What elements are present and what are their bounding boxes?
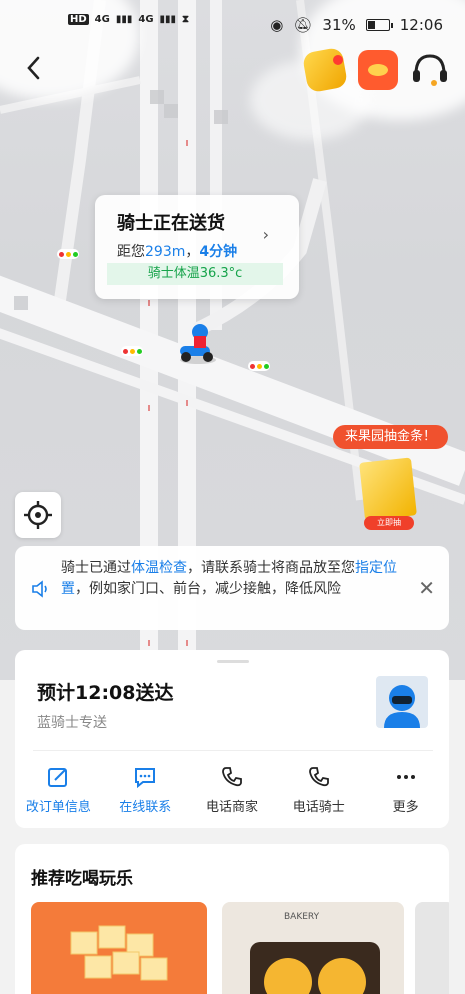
signal-bars-icon: ▮▮▮ [115, 14, 133, 25]
temperature-check-link[interactable]: 体温检查 [131, 560, 187, 576]
rider-avatar[interactable] [376, 676, 428, 728]
battery-percent: 31% [322, 16, 356, 34]
recommendation-card[interactable] [415, 902, 449, 994]
action-label: 更多 [392, 800, 419, 815]
safety-notice: 骑士已通过体温检查，请联系骑士将商品放至您指定位置，例如家门口、前台，减少接触，… [15, 546, 449, 630]
traffic-light-icon [121, 346, 143, 356]
notice-part: ，请联系骑士将商品放至您 [187, 560, 355, 576]
edit-icon [48, 768, 68, 787]
hourglass-icon: ⧗ [182, 14, 190, 25]
phone-icon [308, 767, 329, 787]
traffic-light-icon [57, 249, 79, 259]
delivery-panel: 预计12:08送达 蓝骑士专送 改订单信息 在线联系 电话商家 电话骑士 更多 [15, 650, 449, 828]
call-rider-button[interactable]: 电话骑士 [275, 762, 362, 815]
speaker-icon [32, 580, 47, 598]
call-merchant-button[interactable]: 电话商家 [189, 762, 276, 815]
locate-button[interactable] [15, 492, 61, 538]
divider [33, 750, 433, 751]
clock: 12:06 [399, 16, 443, 34]
section-title: 推荐吃喝玩乐 [31, 869, 133, 889]
eye-icon: ◉ [270, 16, 284, 34]
promo-draw-button[interactable]: 立即抽 [364, 516, 414, 530]
estimated-arrival: 预计12:08送达 [37, 682, 174, 704]
notification-dot [333, 55, 343, 65]
chat-icon [135, 768, 156, 789]
bakery-label: BAKERY [284, 912, 320, 922]
rider-distance: 距您293m，4分钟 [117, 241, 299, 261]
drag-handle[interactable] [217, 660, 249, 663]
status-bar: HD 4G ▮▮▮ 4G ▮▮▮ ⧗ ◉ 🔕︎ 31% 12:06 [0, 0, 465, 52]
action-label: 电话骑士 [292, 800, 345, 815]
chevron-left-icon [27, 56, 40, 80]
gold-coin-icon[interactable] [301, 46, 349, 94]
customer-service-icon[interactable] [408, 50, 452, 90]
rider-temperature: 骑士体温36.3°c [107, 263, 283, 285]
recommendations-section: 推荐吃喝玩乐 BAKERY [15, 844, 449, 994]
distance-prefix: 距您 [117, 244, 145, 260]
more-button[interactable]: 更多 [362, 762, 449, 815]
mute-bell-icon: 🔕︎ [293, 16, 313, 34]
notice-part: 骑士已通过 [61, 560, 131, 576]
close-icon[interactable]: ✕ [418, 576, 435, 600]
rider-type: 蓝骑士专送 [37, 715, 107, 731]
rider-status-card[interactable]: 骑士正在送货 距您293m，4分钟 › 骑士体温36.3°c [95, 195, 299, 299]
notice-text: 骑士已通过体温检查，请联系骑士将商品放至您指定位置，例如家门口、前台，减少接触，… [61, 558, 411, 600]
recommendation-card[interactable]: BAKERY [222, 902, 404, 994]
back-button[interactable] [24, 54, 52, 84]
signal-indicators: HD 4G ▮▮▮ 4G ▮▮▮ ⧗ [68, 14, 189, 25]
gold-bar-icon[interactable] [359, 457, 417, 521]
chevron-right-icon: › [262, 225, 269, 244]
action-label: 在线联系 [119, 800, 172, 815]
traffic-light-icon [248, 361, 270, 371]
distance-value: 293m [145, 244, 186, 260]
edit-order-button[interactable]: 改订单信息 [15, 762, 102, 815]
signal-bars-icon: ▮▮▮ [159, 14, 177, 25]
phone-icon [222, 767, 242, 787]
action-label: 改订单信息 [25, 800, 91, 815]
promo-bubble[interactable]: 来果园抽金条！ [333, 425, 449, 449]
online-chat-button[interactable]: 在线联系 [102, 762, 189, 815]
separator: ， [185, 244, 200, 260]
rider-scooter-icon [176, 322, 220, 366]
crosshair-icon [24, 501, 52, 529]
notice-part: ，例如家门口、前台，减少接触，降低风险 [75, 581, 341, 597]
recommendation-card[interactable] [31, 902, 207, 994]
action-label: 电话商家 [205, 800, 258, 815]
network-label: 4G [94, 14, 110, 25]
eta-minutes: 4分钟 [199, 244, 238, 260]
battery-icon [365, 19, 393, 31]
rider-status-title: 骑士正在送货 [117, 213, 225, 234]
network-label: 4G [138, 14, 154, 25]
red-packet-icon[interactable] [358, 50, 398, 90]
action-bar: 改订单信息 在线联系 电话商家 电话骑士 更多 [15, 762, 449, 815]
hd-badge: HD [68, 14, 89, 25]
more-icon [396, 775, 415, 779]
